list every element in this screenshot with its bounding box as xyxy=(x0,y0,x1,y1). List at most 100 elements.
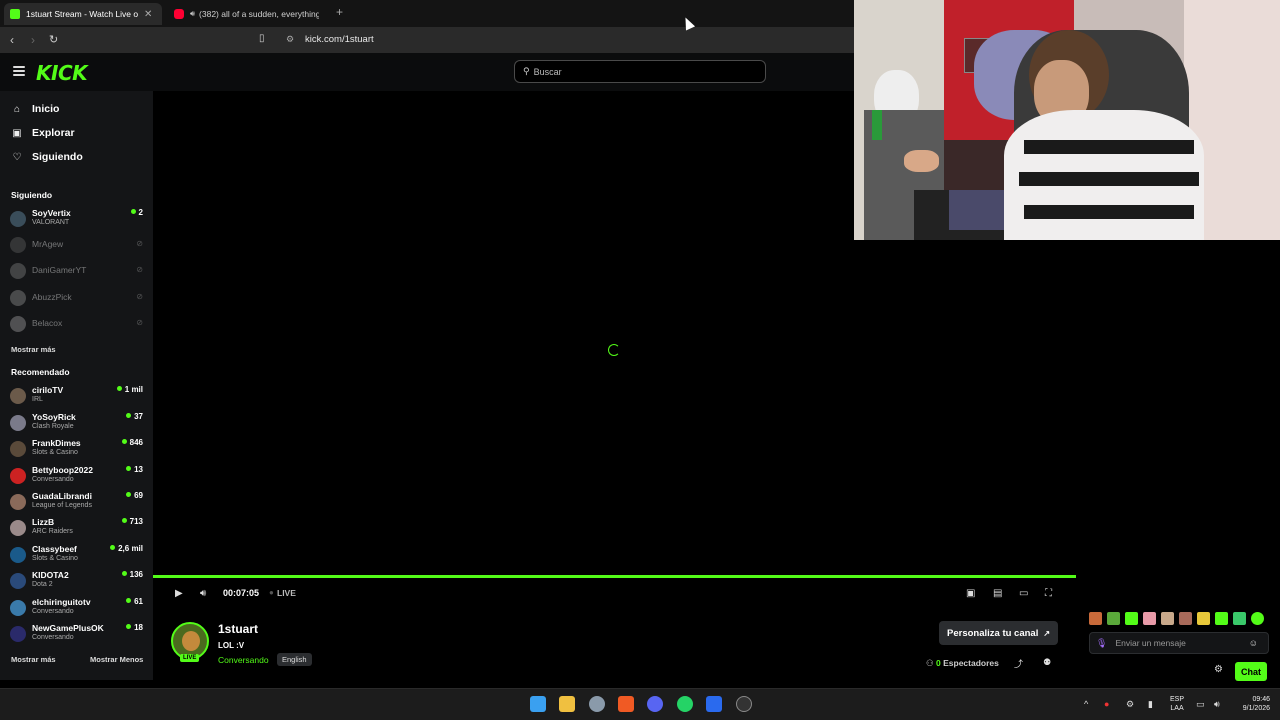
menu-icon[interactable] xyxy=(13,66,25,76)
emote-icon[interactable] xyxy=(1197,612,1210,625)
show-more-recommended[interactable]: Mostrar más xyxy=(11,655,56,664)
emote-icon[interactable] xyxy=(1179,612,1192,625)
kick-logo[interactable]: KICK xyxy=(36,61,88,85)
loading-spinner-icon xyxy=(608,344,620,356)
language-tag[interactable]: English xyxy=(277,653,312,666)
channel-name: elchiringuitotv xyxy=(32,597,91,607)
recommended-channel-lizzb[interactable]: LizzB ARC Raiders 713 xyxy=(10,516,145,540)
recommended-channel-kidota2[interactable]: KIDOTA2 Dota 2 136 xyxy=(10,569,145,593)
chat-message-input[interactable] xyxy=(1115,638,1246,648)
tray-network-app-icon[interactable]: ⚙ xyxy=(1126,699,1134,710)
tray-app-icon[interactable]: ● xyxy=(1104,699,1109,709)
recommended-heading: Recomendado xyxy=(11,367,70,377)
emote-icon[interactable] xyxy=(1251,612,1264,625)
recommended-channel-guadalibrandi[interactable]: GuadaLibrandi League of Legends 69 xyxy=(10,490,145,514)
discord-icon[interactable] xyxy=(647,696,663,712)
emote-icon[interactable] xyxy=(1233,612,1246,625)
browser-tab-youtube[interactable]: 🔊︎ (382) all of a sudden, everything xyxy=(168,3,328,25)
close-tab-icon[interactable]: ✕ xyxy=(144,9,152,20)
display-icon[interactable]: ▭ xyxy=(1196,699,1205,710)
viewer-count-display: ⚇ 0 Espectadores xyxy=(926,658,999,669)
recommended-channel-cirilotv[interactable]: ciriloTV IRL 1 mil xyxy=(10,384,145,408)
chat-send-button[interactable]: Chat xyxy=(1235,662,1267,681)
brave-browser-icon[interactable] xyxy=(618,696,634,712)
chat-settings-icon[interactable]: ⚙ xyxy=(1214,664,1223,675)
emote-icon[interactable] xyxy=(1143,612,1156,625)
avatar xyxy=(10,547,26,563)
avatar xyxy=(10,211,26,227)
recommended-channel-yosoyrick[interactable]: YoSoyRick Clash Royale 37 xyxy=(10,411,145,435)
avatar xyxy=(10,415,26,431)
whatsapp-icon[interactable] xyxy=(677,696,693,712)
play-icon[interactable]: ▶ xyxy=(175,588,183,599)
nav-siguiendo[interactable]: ♡ Siguiendo xyxy=(11,151,83,163)
recommended-channel-elchiringuitotv[interactable]: elchiringuitotv Conversando 61 xyxy=(10,596,145,620)
obs-icon[interactable] xyxy=(736,696,752,712)
address-bar[interactable]: kick.com/1stuart xyxy=(305,34,374,45)
emote-icon[interactable] xyxy=(1107,612,1120,625)
recommended-channel-classybeef[interactable]: Classybeef Slots & Casino 2,6 mil xyxy=(10,543,145,567)
emoji-picker-icon[interactable]: ☺ xyxy=(1249,638,1258,648)
show-less-recommended[interactable]: Mostrar Menos xyxy=(90,655,143,664)
tab-title: 1stuart Stream - Watch Live on Kick xyxy=(26,9,138,19)
following-channel-abuzzpick[interactable]: AbuzzPick ⊘ xyxy=(10,286,145,310)
following-channel-belacox[interactable]: Belacox ⊘ xyxy=(10,312,145,336)
emote-icon[interactable] xyxy=(1161,612,1174,625)
live-badge: LIVE xyxy=(180,654,200,662)
tray-expand-icon[interactable]: ^ xyxy=(1084,699,1088,709)
app-icon[interactable] xyxy=(706,696,722,712)
emote-icon[interactable] xyxy=(1089,612,1102,625)
nav-explorar[interactable]: ▣ Explorar xyxy=(11,127,74,139)
show-more-following[interactable]: Mostrar más xyxy=(11,345,56,354)
browser-tab-kick[interactable]: 1stuart Stream - Watch Live on Kick ✕ xyxy=(4,3,162,25)
new-tab-button[interactable]: + xyxy=(336,5,343,19)
live-label[interactable]: LIVE xyxy=(277,588,296,598)
following-channel-soyvertix[interactable]: SoyVertix VALORANT 2 xyxy=(10,207,145,231)
channel-name: Classybeef xyxy=(32,544,77,554)
channel-name: YoSoyRick xyxy=(32,412,76,422)
settings-icon[interactable] xyxy=(589,696,605,712)
channel-category: ARC Raiders xyxy=(32,528,73,535)
viewer-count: 69 xyxy=(126,491,143,500)
channel-name: GuadaLibrandi xyxy=(32,491,92,501)
follow-icon[interactable]: ⚉ xyxy=(1043,657,1051,668)
streamer-name[interactable]: 1stuart xyxy=(218,622,258,636)
customize-channel-button[interactable]: Personaliza tu canal ↗ xyxy=(939,621,1059,645)
file-explorer-icon[interactable] xyxy=(559,696,575,712)
start-icon[interactable] xyxy=(530,696,546,712)
system-clock[interactable]: 09:46 9/1/2026 xyxy=(1230,695,1270,713)
tray-mic-icon[interactable]: ▮ xyxy=(1148,699,1153,710)
bookmark-icon[interactable]: ▯ xyxy=(259,33,265,44)
recommended-channel-frankdimes[interactable]: FrankDimes Slots & Casino 846 xyxy=(10,437,145,461)
tab-title: (382) all of a sudden, everything xyxy=(199,9,320,19)
recommended-channel-bettyboop2022[interactable]: Bettyboop2022 Conversando 13 xyxy=(10,464,145,488)
following-channel-mragew[interactable]: MrAgew ⊘ xyxy=(10,233,145,257)
channel-category: Conversando xyxy=(32,634,74,641)
viewer-count-value: 0 xyxy=(936,658,941,668)
volume-icon[interactable]: 🔊︎ xyxy=(200,588,206,599)
recommended-channel-newgameplusok[interactable]: NewGamePlusOK Conversando 18 xyxy=(10,622,145,646)
fullscreen-icon[interactable]: ⛶ xyxy=(1045,588,1052,599)
input-language[interactable]: ESP LAA xyxy=(1170,695,1184,713)
emote-icon[interactable] xyxy=(1215,612,1228,625)
nav-inicio[interactable]: ⌂ Inicio xyxy=(11,103,59,115)
microphone-icon[interactable]: 🎙︎ xyxy=(1096,638,1107,649)
share-icon[interactable]: ⤴ xyxy=(1014,657,1023,670)
channel-category: Clash Royale xyxy=(32,423,74,430)
speaker-icon[interactable]: 🔊︎ xyxy=(1214,699,1220,710)
theater-mode-icon[interactable]: ▭ xyxy=(1019,588,1028,599)
viewer-count: 13 xyxy=(126,465,143,474)
miniplayer-icon[interactable]: ▣ xyxy=(966,588,975,599)
chat-input-box[interactable]: 🎙︎ ☺ xyxy=(1089,632,1269,654)
emote-icon[interactable] xyxy=(1125,612,1138,625)
following-channel-danigameryt[interactable]: DaniGamerYT ⊘ xyxy=(10,259,145,283)
reload-icon[interactable]: ↻ xyxy=(49,33,58,46)
clip-icon[interactable]: ▤ xyxy=(993,588,1002,599)
stream-category[interactable]: Conversando xyxy=(218,655,269,665)
back-icon[interactable]: ‹ xyxy=(10,33,14,47)
forward-icon[interactable]: › xyxy=(31,33,35,47)
search-box[interactable]: ⚲ xyxy=(514,60,766,83)
speaker-icon: 🔊︎ xyxy=(190,9,196,18)
site-info-icon[interactable]: ⚙ xyxy=(286,34,294,45)
search-input[interactable] xyxy=(533,66,734,77)
